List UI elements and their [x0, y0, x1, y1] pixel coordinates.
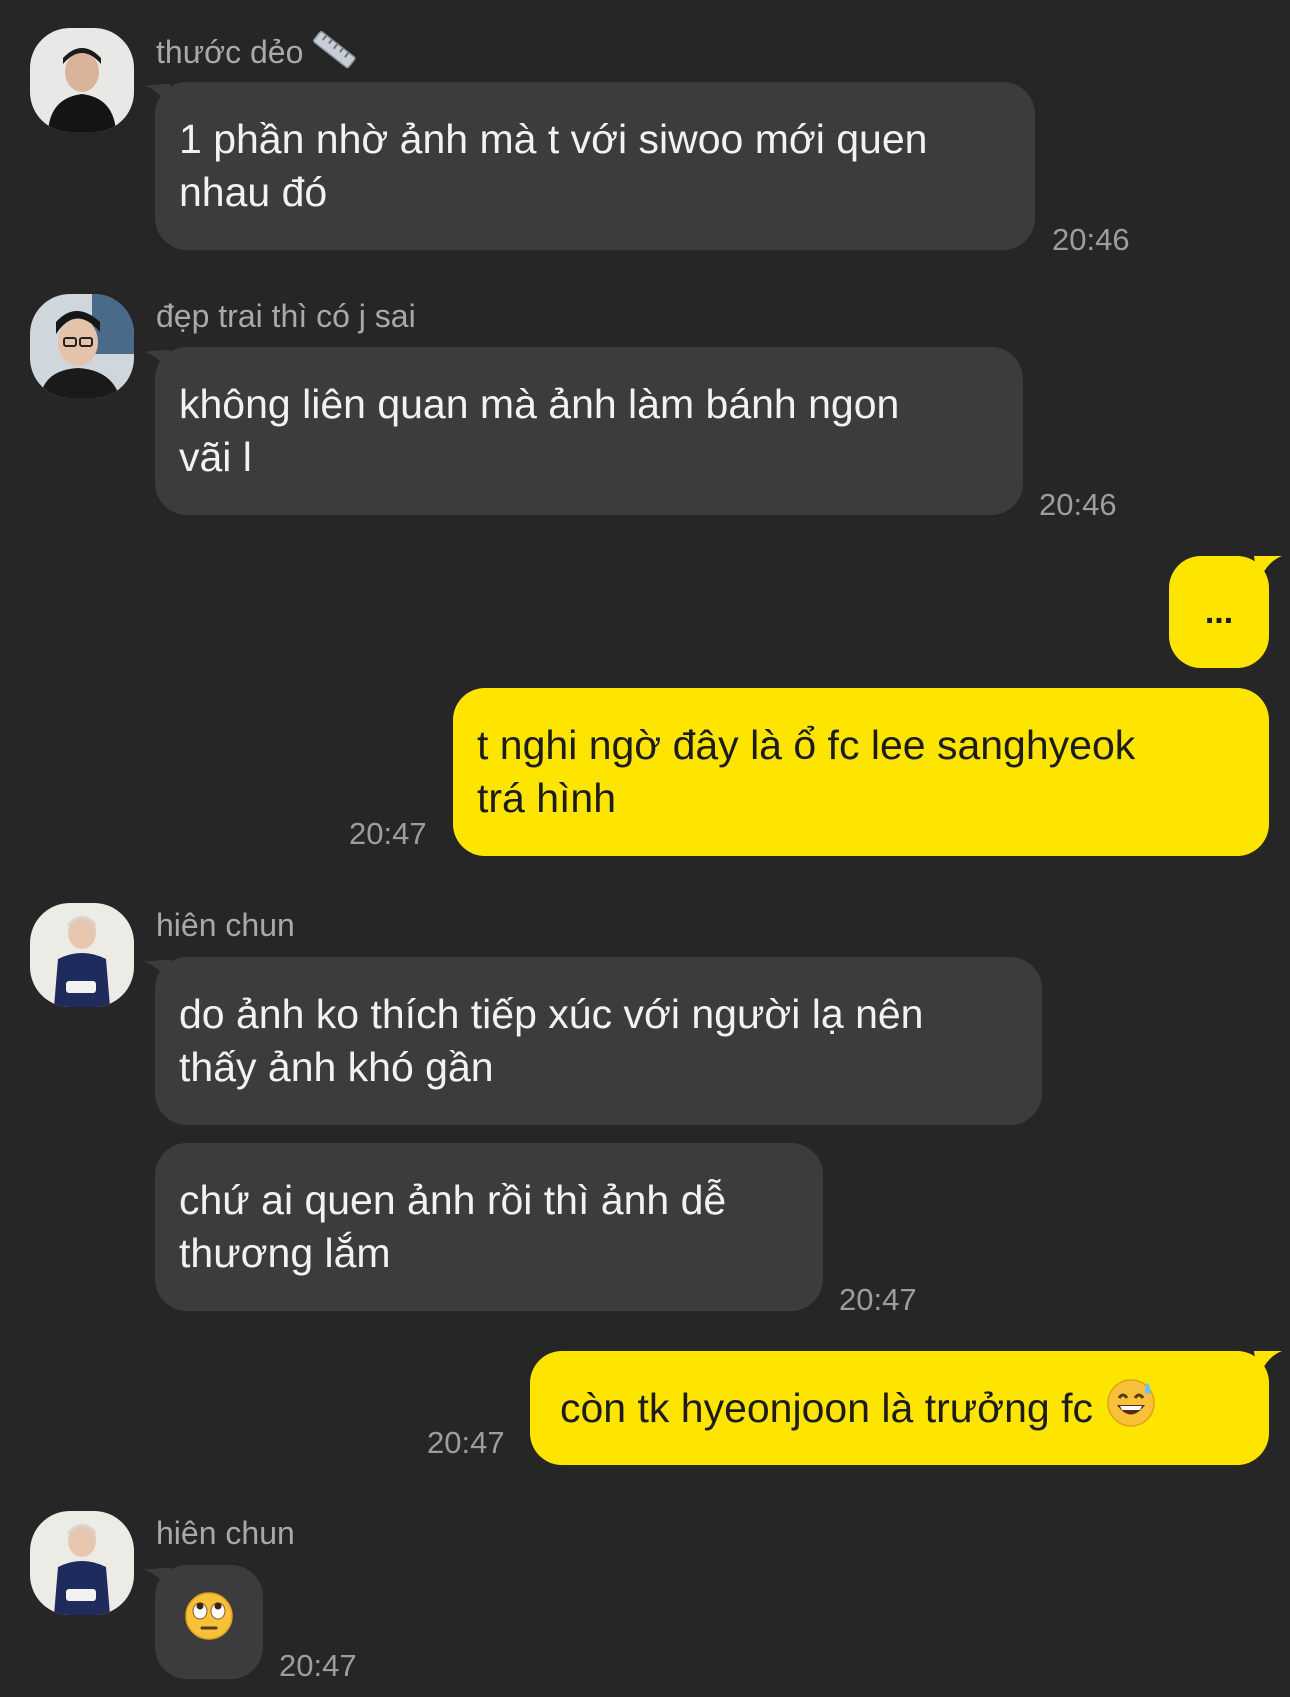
bubble-tail: [1254, 556, 1282, 584]
my-message-bubble[interactable]: t nghi ngờ đây là ổ fc lee sanghyeok trá…: [453, 688, 1269, 856]
message-time: 20:46: [1052, 222, 1130, 257]
message-line: không liên quan mà ảnh làm bánh ngon: [179, 381, 900, 427]
message-bubble[interactable]: do ảnh ko thích tiếp xúc với người lạ nê…: [155, 957, 1042, 1125]
straight-ruler-icon: [312, 30, 356, 79]
message-line: do ảnh ko thích tiếp xúc với người lạ nê…: [179, 991, 924, 1037]
message-time: 20:47: [839, 1282, 917, 1317]
message-bubble[interactable]: 1 phần nhờ ảnh mà t với siwoo mới quen n…: [155, 82, 1035, 250]
message-bubble[interactable]: không liên quan mà ảnh làm bánh ngon vãi…: [155, 347, 1023, 515]
message-line: trá hình: [477, 775, 617, 821]
message-bubble[interactable]: chứ ai quen ảnh rồi thì ảnh dễ thương lắ…: [155, 1143, 823, 1311]
sender-name: hiên chun: [156, 907, 295, 943]
message-line: còn tk hyeonjoon là trưởng fc: [560, 1384, 1093, 1431]
sender-name: hiên chun: [156, 1515, 295, 1551]
message-line: chứ ai quen ảnh rồi thì ảnh dễ: [179, 1177, 727, 1223]
message-line: 1 phần nhờ ảnh mà t với siwoo mới quen: [179, 116, 928, 162]
avatar-thuoc-deo[interactable]: [30, 28, 134, 132]
message-time: 20:47: [427, 1425, 505, 1460]
message-time: 20:46: [1039, 487, 1117, 522]
message-time: 20:47: [349, 816, 427, 851]
avatar-hien-chun[interactable]: [30, 903, 134, 1007]
eye-roll-icon: [183, 1590, 235, 1655]
avatar-hien-chun[interactable]: [30, 1511, 134, 1615]
bubble-tail: [1254, 1351, 1282, 1379]
avatar-dep-trai[interactable]: [30, 294, 134, 398]
grinning-sweat-icon: [1105, 1376, 1157, 1441]
message-line: ...: [1204, 592, 1234, 631]
sender-name: thước dẻo: [156, 30, 356, 79]
my-message-bubble[interactable]: còn tk hyeonjoon là trưởng fc: [530, 1351, 1269, 1465]
message-line: t nghi ngờ đây là ổ fc lee sanghyeok: [477, 722, 1136, 768]
message-line: thấy ảnh khó gần: [179, 1044, 494, 1090]
message-line: nhau đó: [179, 169, 328, 215]
message-time: 20:47: [279, 1648, 357, 1683]
message-line: thương lắm: [179, 1230, 391, 1276]
message-line: vãi l: [179, 434, 252, 480]
sender-name: đẹp trai thì có j sai: [156, 298, 416, 334]
message-bubble[interactable]: [155, 1565, 263, 1679]
chat-window: thước dẻo 1 phần nhờ ảnh mà t với siwoo …: [0, 0, 1290, 1697]
